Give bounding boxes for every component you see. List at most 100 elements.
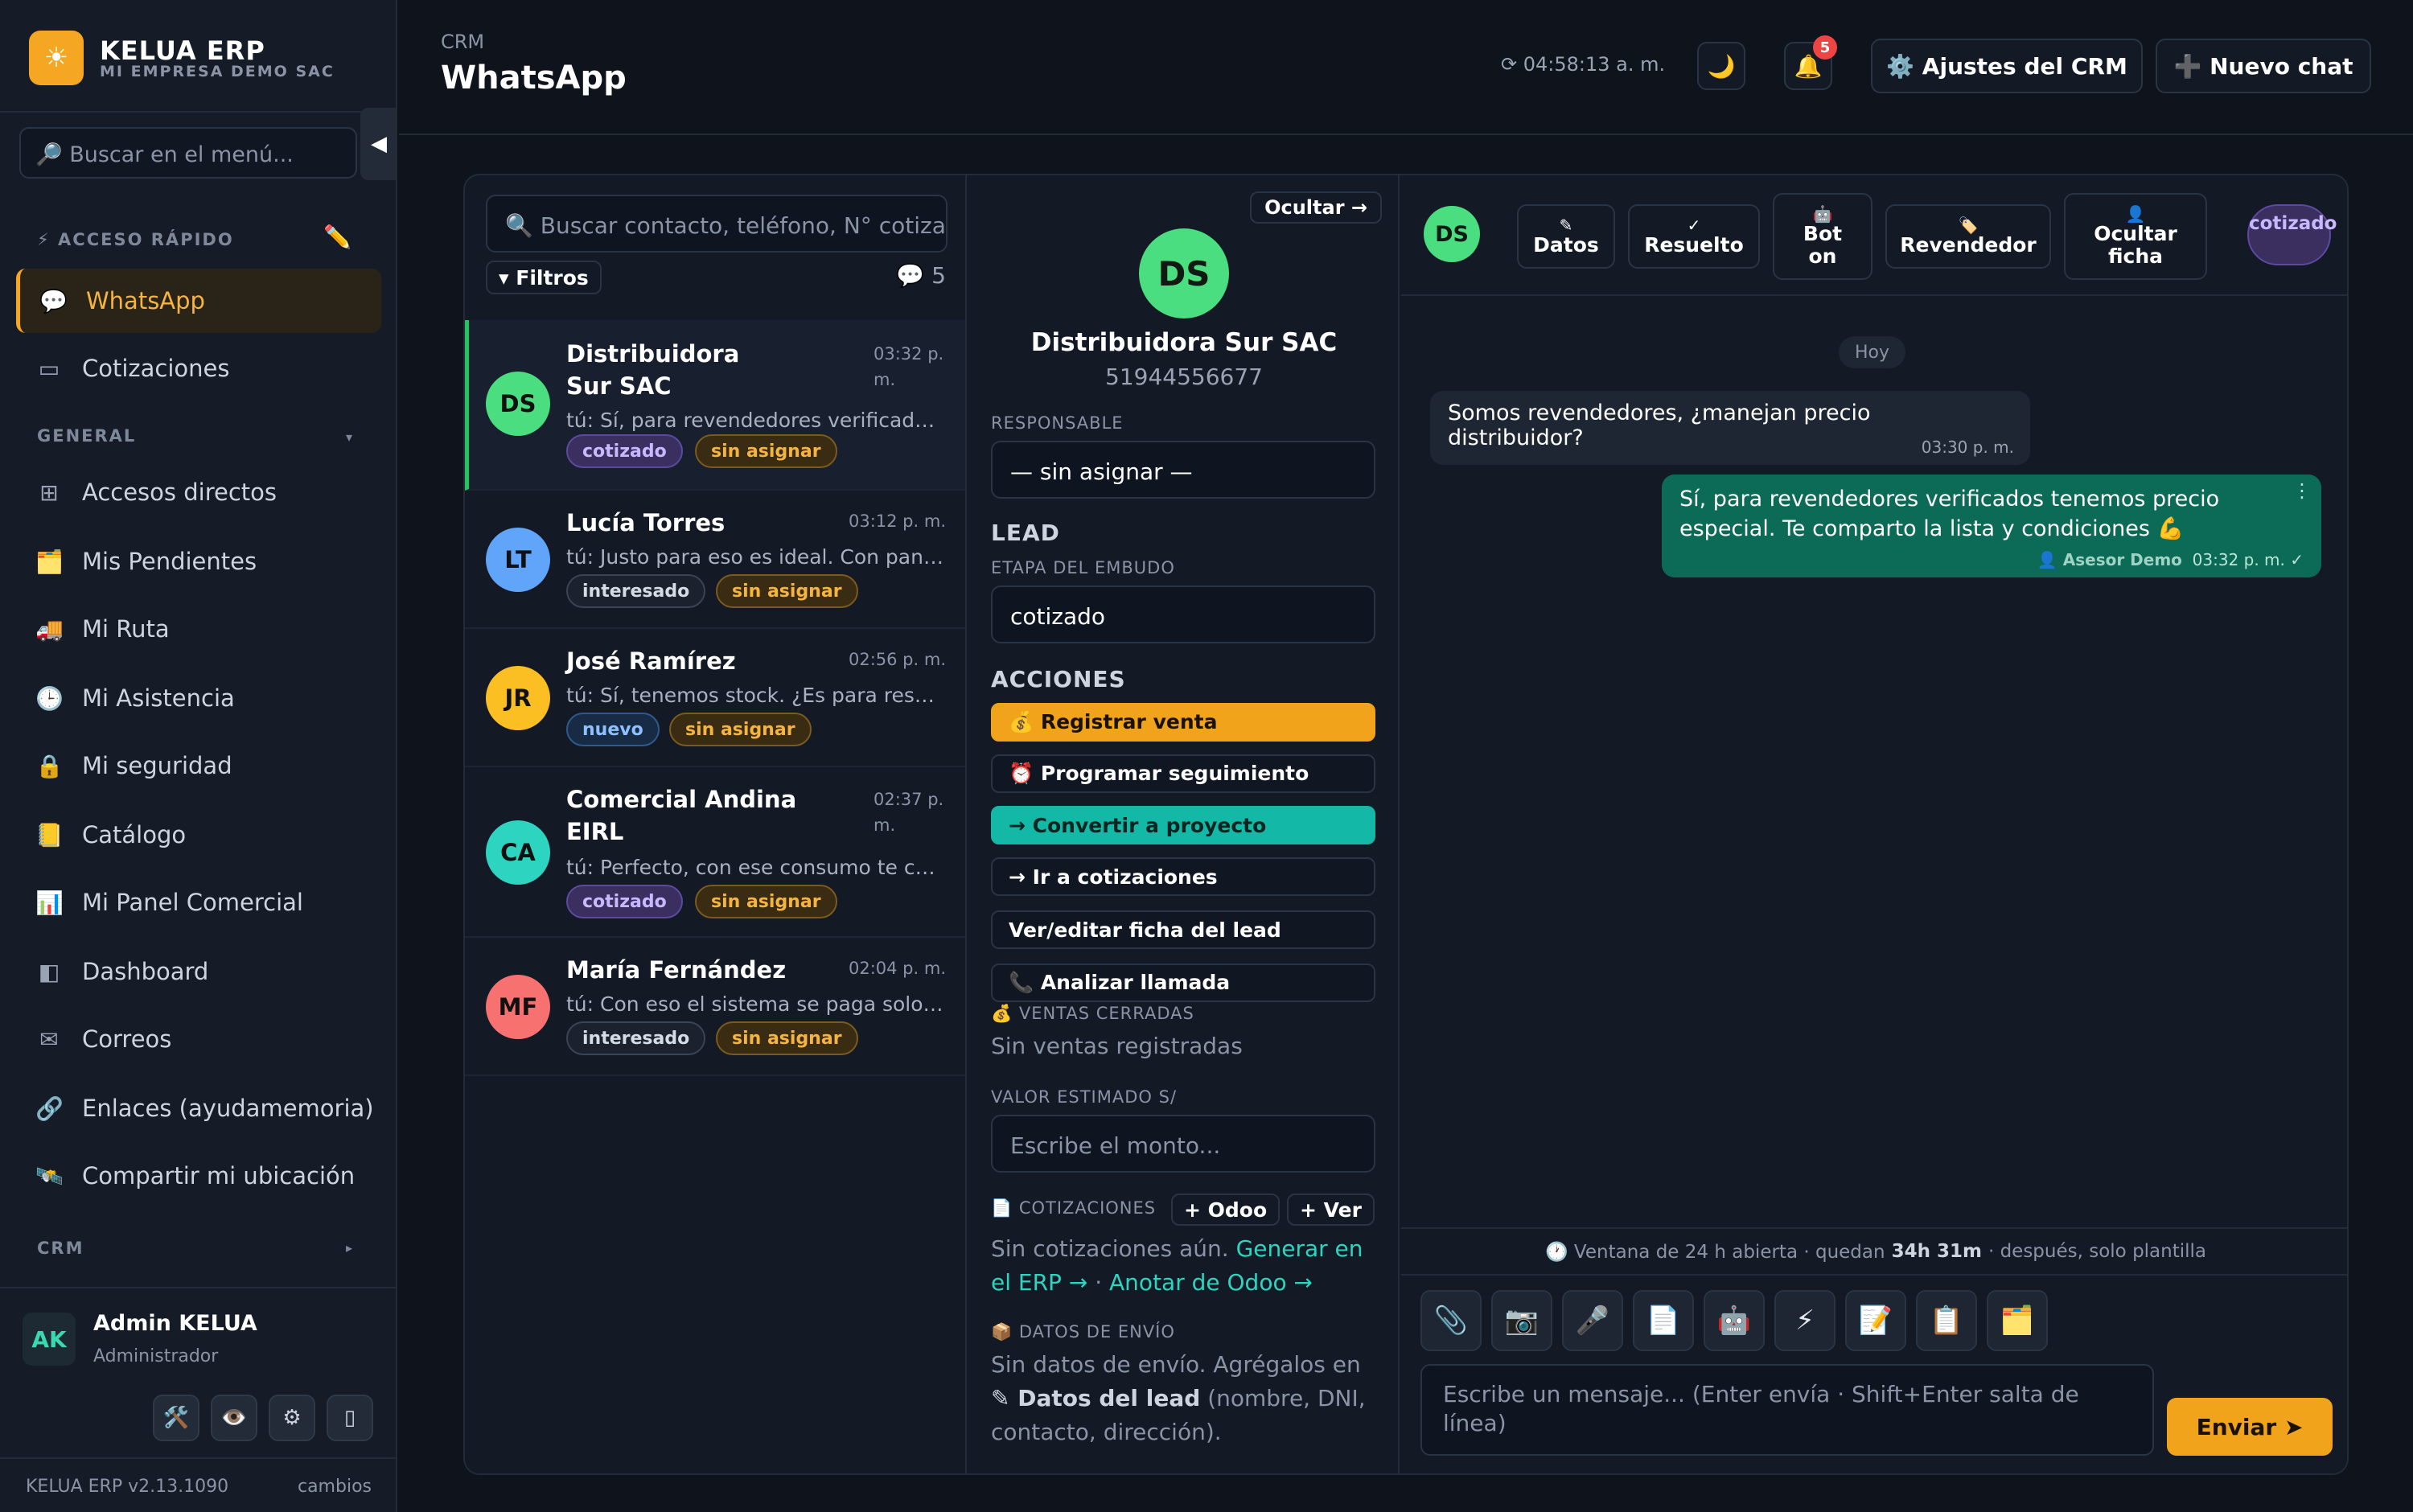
camera-icon[interactable]: 📷 [1491, 1290, 1552, 1351]
sidebar-item-mi-asistencia[interactable]: 🕒 Mi Asistencia [16, 666, 381, 730]
sidebar-item-compartir-ubicacion[interactable]: 🛰️ Compartir mi ubicación [16, 1144, 381, 1208]
sidebar-item-whatsapp[interactable]: 💬 WhatsApp [16, 269, 381, 333]
button-label: Revendedor [1900, 233, 2037, 257]
menu-search-input[interactable]: 🔎 Buscar en el menú... [19, 127, 357, 179]
sidebar-item-mi-ruta[interactable]: 🚚 Mi Ruta [16, 597, 381, 661]
odoo-note-link[interactable]: Anotar de Odoo → [1109, 1269, 1313, 1296]
sidebar-item-dashboard[interactable]: ◧ Dashboard [16, 939, 381, 1004]
card-index-icon[interactable]: 🗂️ [1987, 1290, 2048, 1351]
memo-icon[interactable]: 📝 [1845, 1290, 1906, 1351]
edit-quick-access-icon[interactable]: ✏️ [323, 224, 351, 250]
register-sale-button[interactable]: 💰 Registrar venta [991, 703, 1375, 742]
lightning-icon[interactable]: ⚡ [1774, 1290, 1835, 1351]
user-name: Admin KELUA [93, 1311, 257, 1336]
notifications-button[interactable]: 🔔 5 [1784, 35, 1837, 90]
message-time: 03:32 p. m. [874, 344, 944, 389]
contact-name: Lucía Torres [566, 509, 726, 536]
chevron-right-icon[interactable]: ▸ [346, 1240, 352, 1255]
contact-search-input[interactable]: 🔍 Buscar contacto, teléfono, N° cotizaci… [486, 195, 948, 253]
message-time: 02:37 p. m. [874, 790, 944, 835]
message-input[interactable]: Escribe un mensaje... (Enter envía · Shi… [1420, 1364, 2154, 1456]
sidebar-item-correos[interactable]: ✉ Correos [16, 1007, 381, 1071]
message-options-icon[interactable]: ⋮ [2292, 479, 2312, 502]
theme-toggle-button[interactable]: 🌙 [1697, 42, 1745, 90]
conversation-item[interactable]: LT Lucía Torres 03:12 p. m. tú: Justo pa… [465, 491, 965, 629]
user-icon: 👤 [2125, 204, 2146, 224]
avatar: DS [1424, 206, 1480, 262]
edit-lead-button[interactable]: Ver/editar ficha del lead [991, 910, 1375, 949]
version-footer: KELUA ERP v2.13.1090 cambios [0, 1457, 397, 1512]
sidebar-item-mi-seguridad[interactable]: 🔒 Mi seguridad [16, 733, 381, 798]
filters-button[interactable]: ▾ Filtros [486, 261, 602, 294]
robot-icon[interactable]: 🤖 [1704, 1290, 1765, 1351]
sidebar-item-cotizaciones[interactable]: ▭ Cotizaciones [16, 336, 381, 401]
app-root: ☀ KELUA ERP MI EMPRESA DEMO SAC 🔎 Buscar… [0, 0, 2413, 1512]
chevron-down-icon[interactable]: ▾ [346, 429, 352, 445]
sidebar-item-mis-pendientes[interactable]: 🗂️ Mis Pendientes [16, 529, 381, 594]
convert-to-project-button[interactable]: → Convertir a proyecto [991, 806, 1375, 844]
hide-panel-button[interactable]: Ocultar → [1250, 191, 1382, 224]
responsable-select[interactable]: — sin asignar — [991, 441, 1375, 499]
conversation-item[interactable]: MF María Fernández 02:04 p. m. tú: Con e… [465, 938, 965, 1076]
crm-section-label[interactable]: CRM [37, 1239, 84, 1258]
shipping-text: Sin datos de envío. Agrégalos en ✎ Datos… [991, 1348, 1385, 1449]
contact-name: María Fernández [566, 956, 787, 984]
datos-button[interactable]: ✎ Datos [1517, 204, 1615, 269]
message-text: Sí, para revendedores verificados tenemo… [1679, 487, 2220, 541]
estimated-value-input[interactable]: Escribe el monto... [991, 1115, 1375, 1173]
funnel-stage-select[interactable]: cotizado [991, 585, 1375, 643]
tools-icon[interactable]: 🛠️ [153, 1395, 199, 1441]
go-to-quotes-button[interactable]: → Ir a cotizaciones [991, 857, 1375, 896]
analyze-call-button[interactable]: 📞 Analizar llamada [991, 963, 1375, 1002]
send-button[interactable]: Enviar ➤ [2167, 1398, 2333, 1456]
crm-settings-button[interactable]: ⚙️ Ajustes del CRM [1871, 39, 2143, 93]
document-icon[interactable]: 📄 [1633, 1290, 1694, 1351]
conversation-item[interactable]: CA Comercial Andina EIRL 02:37 p. m. tú:… [465, 767, 965, 938]
sidebar-item-label: WhatsApp [86, 287, 205, 314]
sidebar-item-mi-panel-comercial[interactable]: 📊 Mi Panel Comercial [16, 870, 381, 935]
sidebar-item-catalogo[interactable]: 📒 Catálogo [16, 803, 381, 867]
sidebar-item-label: Catálogo [82, 821, 187, 848]
conversation-item[interactable]: DS Distribuidora Sur SAC 03:32 p. m. tú:… [465, 320, 965, 491]
closed-sales-empty: Sin ventas registradas [991, 1033, 1243, 1059]
general-section-label[interactable]: GENERAL [37, 426, 136, 446]
collapse-sidebar-button[interactable]: ◀ [360, 108, 397, 180]
contact-name: Distribuidora Sur SAC [566, 340, 740, 400]
window-suffix: · después, solo plantilla [1988, 1241, 2207, 1262]
version-text: KELUA ERP v2.13.1090 [26, 1477, 229, 1497]
envelope-icon: ✉ [39, 1025, 59, 1053]
outgoing-message: ⋮ Sí, para revendedores verificados tene… [1662, 475, 2321, 577]
logout-icon[interactable]: ▯ [327, 1395, 373, 1441]
conversation-item[interactable]: JR José Ramírez 02:56 p. m. tú: Sí, tene… [465, 629, 965, 767]
contact-name: Comercial Andina EIRL [566, 786, 797, 845]
lead-data-link[interactable]: ✎ Datos del lead [991, 1385, 1200, 1411]
add-odoo-button[interactable]: + Odoo [1171, 1194, 1280, 1226]
changes-link[interactable]: cambios [298, 1477, 372, 1497]
add-ver-button[interactable]: + Ver [1287, 1194, 1375, 1226]
paperclip-icon[interactable]: 📎 [1420, 1290, 1482, 1351]
incoming-message: Somos revendedores, ¿manejan precio dist… [1430, 391, 2030, 465]
microphone-icon[interactable]: 🎤 [1562, 1290, 1623, 1351]
resolved-button[interactable]: ✓ Resuelto [1628, 204, 1760, 269]
message-meta: 👤 Asesor Demo 03:32 p. m. ✓ [2037, 550, 2304, 569]
sidebar-item-accesos-directos[interactable]: ⊞ Accesos directos [16, 460, 381, 524]
new-chat-button[interactable]: ➕ Nuevo chat [2156, 39, 2371, 93]
assignee-tag: sin asignar [716, 1021, 858, 1055]
hide-profile-button[interactable]: 👤 Ocultar ficha [2064, 193, 2207, 280]
clock-icon: 🕒 [35, 684, 64, 712]
eye-icon[interactable]: 👁️ [211, 1395, 257, 1441]
gear-icon[interactable]: ⚙ [269, 1395, 315, 1441]
sidebar-item-label: Mis Pendientes [82, 548, 257, 575]
sidebar-item-label: Compartir mi ubicación [82, 1162, 356, 1189]
schedule-followup-button[interactable]: ⏰ Programar seguimiento [991, 754, 1375, 793]
clipboard-icon[interactable]: 📋 [1916, 1290, 1977, 1351]
sidebar-item-label: Cotizaciones [82, 355, 230, 382]
message-author: 👤 Asesor Demo [2037, 550, 2182, 569]
brand-subtitle: MI EMPRESA DEMO SAC [100, 63, 335, 80]
separator: · [1095, 1269, 1103, 1296]
folder-icon: 🗂️ [35, 548, 64, 575]
reseller-tag-button[interactable]: 🏷️ Revendedor [1885, 204, 2051, 269]
bot-toggle-button[interactable]: 🤖 Bot on [1773, 193, 1872, 280]
sidebar-item-enlaces[interactable]: 🔗 Enlaces (ayudamemoria) [16, 1076, 381, 1140]
link-icon: 🔗 [35, 1095, 64, 1122]
